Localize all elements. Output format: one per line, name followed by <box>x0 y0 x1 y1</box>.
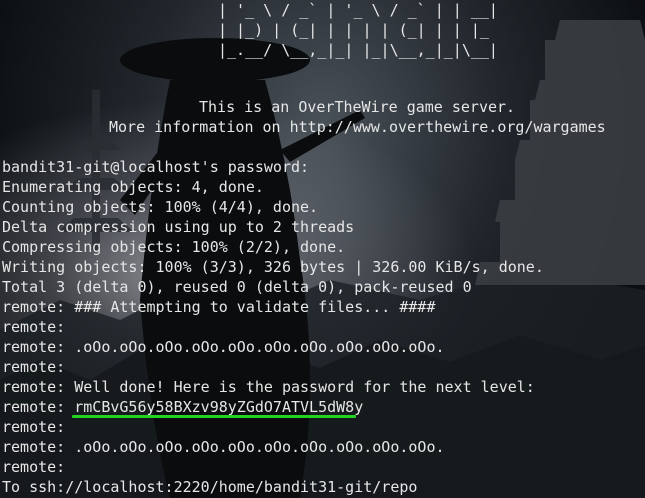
server-notice: This is an OverTheWire game server. <box>199 98 516 116</box>
output-line: remote: <box>2 358 66 376</box>
output-line: remote: <box>2 458 66 476</box>
output-line: Delta compression using up to 2 threads <box>2 218 355 236</box>
banner-art-line: |_.__/ \__,_|_| |_|\__,_|_|\__| <box>218 41 498 59</box>
output-line: remote: ### Attempting to validate files… <box>2 298 436 316</box>
terminal-window[interactable]: | '_ \ / _` | '_ \ / _` | | __| | |_) | … <box>0 0 645 498</box>
output-line: remote: .oOo.oOo.oOo.oOo.oOo.oOo.oOo.oOo… <box>2 338 445 356</box>
output-line: To ssh://localhost:2220/home/bandit31-gi… <box>2 478 418 496</box>
password-line[interactable]: remote: rmCBvG56y58BXzv98yZGdO7ATVL5dW8y <box>2 397 363 417</box>
banner-art-line: | '_ \ / _` | '_ \ / _` | | __| <box>218 1 498 19</box>
more-info-line: More information on http://www.overthewi… <box>109 118 606 136</box>
password-underline <box>72 415 356 418</box>
output-line: remote: <box>2 418 66 436</box>
output-line: Writing objects: 100% (3/3), 326 bytes |… <box>2 258 544 276</box>
output-line: remote: .oOo.oOo.oOo.oOo.oOo.oOo.oOo.oOo… <box>2 438 445 456</box>
output-line: Enumerating objects: 4, done. <box>2 178 264 196</box>
output-line: Compressing objects: 100% (2/2), done. <box>2 238 346 256</box>
output-line: Total 3 (delta 0), reused 0 (delta 0), p… <box>2 278 472 296</box>
output-line: bandit31-git@localhost's password: <box>2 158 310 176</box>
banner-art-line: | |_) | (_| | | | | (_| | | |_ <box>218 21 498 39</box>
output-line: Counting objects: 100% (4/4), done. <box>2 198 319 216</box>
output-line: remote: <box>2 318 66 336</box>
output-line: remote: Well done! Here is the password … <box>2 378 535 396</box>
